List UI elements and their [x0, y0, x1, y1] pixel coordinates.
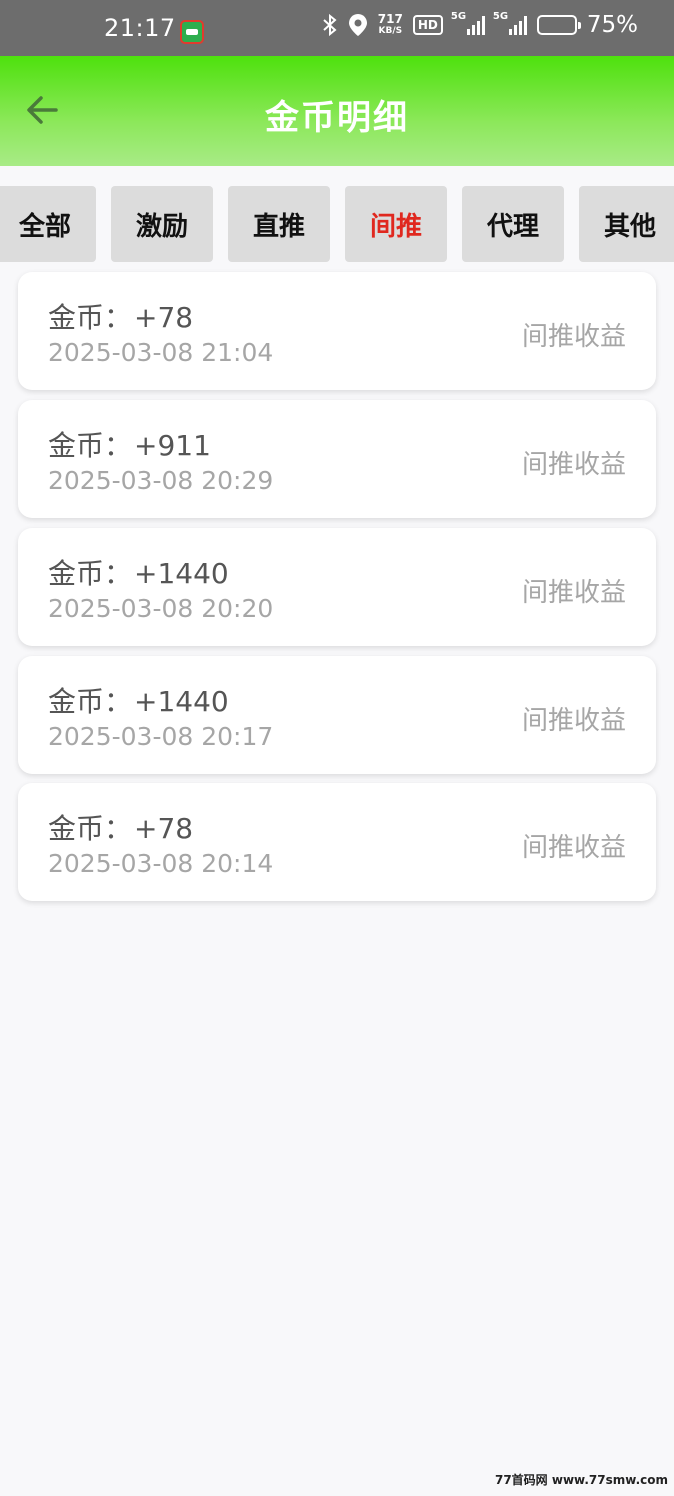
network-speed: 717 KB/S [378, 13, 403, 37]
coin-amount: +911 [134, 429, 211, 462]
location-icon [348, 13, 368, 37]
filter-tabs: 全部 激励 直推 间推 代理 其他 [0, 186, 674, 262]
status-bar: 21:17 717 KB/S HD 5G 5G 75% [0, 0, 674, 56]
signal-icon: 5G [451, 11, 485, 35]
record-type: 间推收益 [521, 833, 626, 863]
record-type: 间推收益 [521, 578, 626, 608]
watermark: 77首码网 www.77smw.com [494, 1473, 668, 1487]
list-item[interactable]: 金币：+1440 2025-03-08 20:20 间推收益 [18, 528, 656, 646]
record-amount: 金币：+1440 [48, 680, 229, 720]
tab-incentive[interactable]: 激励 [111, 186, 213, 262]
coin-amount: +78 [134, 301, 194, 334]
record-amount: 金币：+911 [48, 424, 211, 464]
record-time: 2025-03-08 20:17 [48, 722, 274, 751]
tab-other[interactable]: 其他 [579, 186, 674, 262]
tab-direct[interactable]: 直推 [228, 186, 330, 262]
coin-label: 金币： [48, 812, 133, 845]
battery-percent: 75% [586, 12, 638, 38]
page-title: 金币明细 [265, 98, 409, 138]
tab-agent[interactable]: 代理 [462, 186, 564, 262]
bluetooth-icon [322, 13, 338, 37]
list-item[interactable]: 金币：+78 2025-03-08 20:14 间推收益 [18, 783, 656, 901]
coin-label: 金币： [48, 301, 133, 334]
record-time: 2025-03-08 20:14 [48, 849, 274, 878]
record-amount: 金币：+78 [48, 807, 193, 847]
app-header: 金币明细 [0, 56, 674, 166]
record-time: 2025-03-08 21:04 [48, 338, 274, 367]
coin-label: 金币： [48, 429, 133, 462]
battery-icon [536, 15, 581, 35]
record-type: 间推收益 [521, 706, 626, 736]
record-type: 间推收益 [521, 322, 626, 352]
signal-label: 5G [450, 11, 467, 22]
tab-indirect[interactable]: 间推 [345, 186, 447, 262]
record-type: 间推收益 [521, 450, 626, 480]
signal-icon-2: 5G [493, 11, 527, 35]
record-amount: 金币：+78 [48, 296, 193, 336]
status-time: 21:17 [104, 14, 176, 42]
coin-label: 金币： [48, 557, 133, 590]
record-amount: 金币：+1440 [48, 552, 229, 592]
record-time: 2025-03-08 20:20 [48, 594, 274, 623]
app-notification-icon [180, 20, 204, 44]
list-item[interactable]: 金币：+78 2025-03-08 21:04 间推收益 [18, 272, 656, 390]
network-speed-value: 717 [377, 12, 403, 26]
signal-label-2: 5G [492, 11, 509, 22]
list-item[interactable]: 金币：+911 2025-03-08 20:29 间推收益 [18, 400, 656, 518]
record-time: 2025-03-08 20:29 [48, 466, 274, 495]
status-icons: 717 KB/S HD 5G 5G 75% [322, 11, 638, 38]
coin-label: 金币： [48, 685, 133, 718]
list-item[interactable]: 金币：+1440 2025-03-08 20:17 间推收益 [18, 656, 656, 774]
coin-amount: +1440 [134, 557, 229, 590]
network-speed-unit: KB/S [378, 26, 403, 36]
coin-amount: +78 [134, 812, 194, 845]
hd-badge: HD [412, 15, 443, 35]
tab-all[interactable]: 全部 [0, 186, 96, 262]
coin-amount: +1440 [134, 685, 229, 718]
